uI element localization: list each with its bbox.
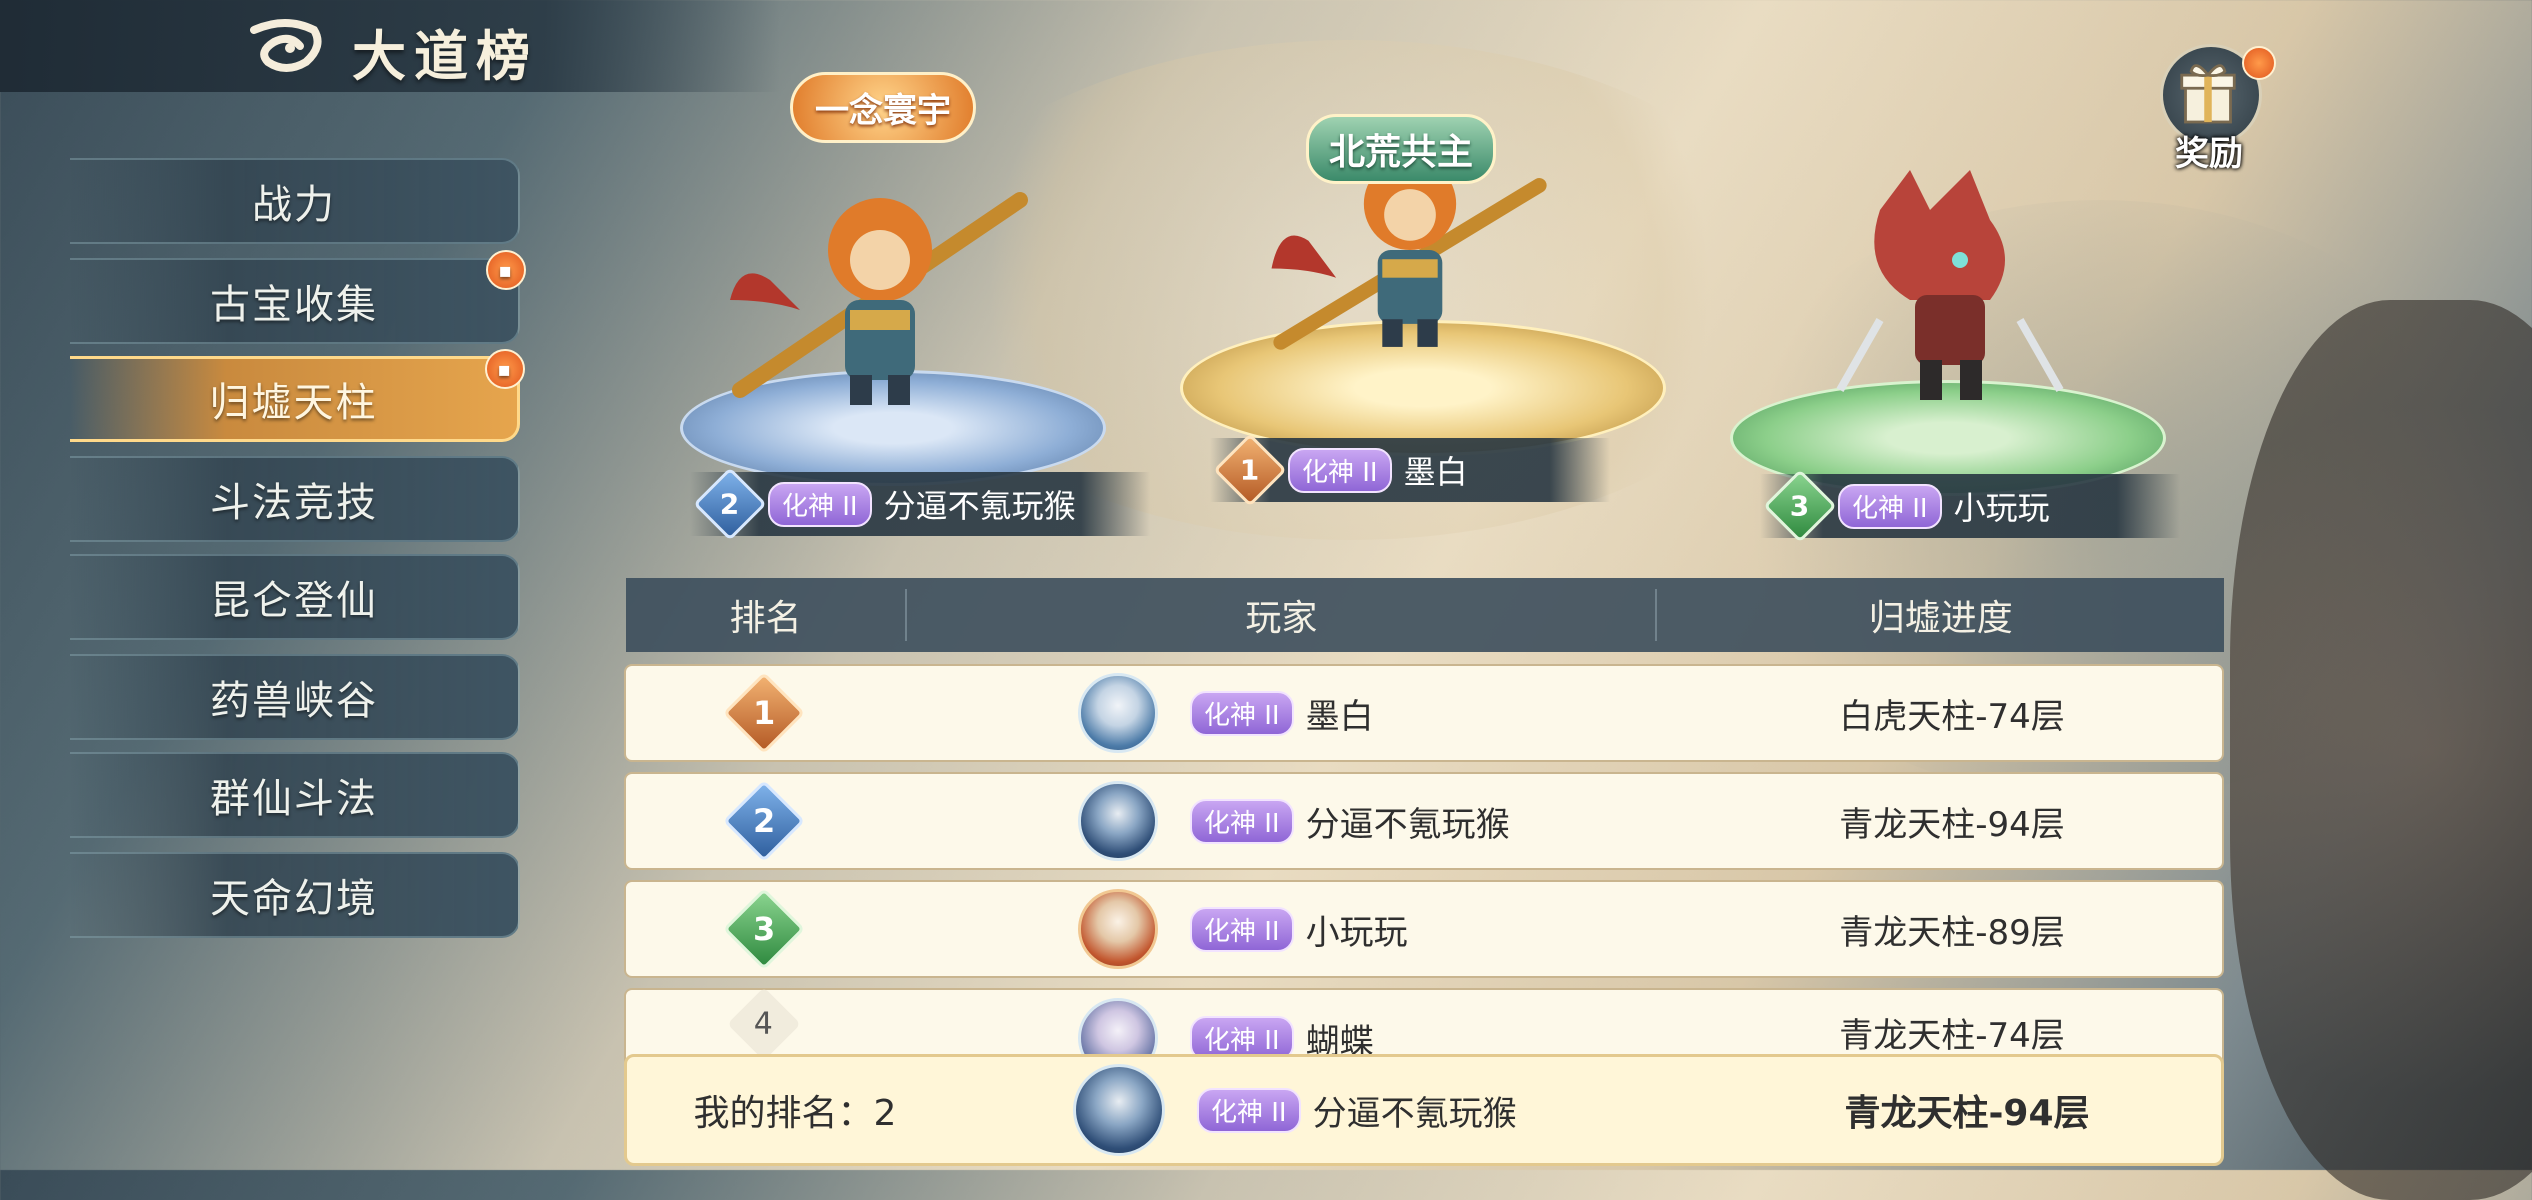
progress-text: 青龙天柱-89层 [1839,912,2065,953]
podium-third-nameplate: 3 化神 II 小玩玩 [1760,469,2180,543]
podium-first-place[interactable]: 北荒共主 [1160,20,1680,500]
player-name: 分逼不氪玩猴 [1312,1093,1517,1134]
sidebar-item-arena[interactable]: 斗法竞技 [70,456,520,542]
realm-badge: 化神 II [1288,447,1392,493]
table-row[interactable]: 2 化神 II 分逼不氪玩猴 青龙天柱-94层 [624,772,2224,870]
sidebar-item-fate-illusion[interactable]: 天命幻境 [70,852,520,938]
player-avatar[interactable] [1078,889,1158,969]
gift-badge-icon: ▪ [486,250,526,290]
progress-text: 青龙天柱-74层 [1839,1016,2065,1056]
back-icon[interactable] [246,12,324,78]
background-rock [2230,300,2532,1200]
column-rank: 排名 [729,598,802,639]
sidebar-item-label: 归墟天柱 [209,380,378,426]
sidebar-item-label: 天命幻境 [210,876,378,922]
player-avatar[interactable] [1073,1064,1165,1156]
ranking-table-header: 排名 玩家 归墟进度 [626,578,2224,652]
realm-badge: 化神 II [1197,1087,1301,1133]
podium-second-nameplate: 2 化神 II 分逼不氪玩猴 [690,467,1150,541]
monkey-king-character-icon [730,192,1028,405]
table-row[interactable]: 3 化神 II 小玩玩 青龙天柱-89层 [624,880,2224,978]
realm-badge: 化神 II [1190,798,1294,844]
rank-4-icon: 4 [727,987,801,1061]
page-title: 大道榜 [352,24,538,88]
column-player: 玩家 [905,589,1655,641]
sidebar-item-treasure-collection[interactable]: 古宝收集 ▪ [70,250,526,344]
reward-label: 奖励 [2175,134,2243,174]
sidebar-item-label: 群仙斗法 [210,776,378,822]
gift-badge-icon: ▪ [485,349,525,389]
title-banner: 一念寰宇 [790,72,976,143]
progress-text: 白虎天柱-74层 [1839,696,2065,737]
rank-1-icon: 1 [1213,433,1287,507]
player-name: 小玩玩 [1305,912,1408,953]
sidebar-item-label: 战力 [252,182,336,228]
sidebar-item-label: 斗法竞技 [210,480,378,526]
progress-text: 青龙天柱-94层 [1844,1093,2090,1134]
player-name: 分逼不氪玩猴 [883,487,1076,525]
sidebar-item-label: 昆仑登仙 [210,578,378,624]
realm-badge: 化神 II [1190,690,1294,736]
player-name: 墨白 [1403,453,1468,491]
sidebar-item-label: 药兽峡谷 [210,678,378,724]
player-name: 分逼不氪玩猴 [1305,804,1510,845]
player-name: 小玩玩 [1953,489,2050,527]
player-avatar[interactable] [1078,781,1158,861]
sidebar-item-combat-power[interactable]: 战力 [70,158,520,244]
realm-badge: 化神 II [1190,906,1294,952]
progress-text: 青龙天柱-94层 [1839,804,2065,845]
player-name: 墨白 [1305,696,1374,737]
fox-warrior-character-icon [1836,170,2064,400]
podium-first-nameplate: 1 化神 II 墨白 [1210,433,1610,507]
title-banner: 北荒共主 [1306,114,1497,184]
rank-2-icon: 2 [693,467,767,541]
notification-badge-icon [2242,46,2276,80]
sidebar-item-label: 古宝收集 [210,282,378,328]
rank-3-icon: 3 [722,887,806,971]
rank-3-icon: 3 [1763,469,1837,543]
my-rank-bar[interactable]: 我的排名：2 化神 II 分逼不氪玩猴 青龙天柱-94层 [624,1054,2224,1166]
sidebar-item-beast-valley[interactable]: 药兽峡谷 [70,654,520,740]
column-progress: 归墟进度 [1655,589,2224,641]
rank-1-icon: 1 [722,671,806,755]
player-avatar[interactable] [1078,673,1158,753]
my-rank-label: 我的排名：2 [693,1093,897,1134]
reward-button[interactable]: 奖励 [2154,44,2276,174]
realm-badge: 化神 II [1838,483,1942,529]
sidebar-item-immortal-battle[interactable]: 群仙斗法 [70,752,520,838]
sidebar-item-kunlun[interactable]: 昆仑登仙 [70,554,520,640]
rank-2-icon: 2 [722,779,806,863]
realm-badge: 化神 II [768,481,872,527]
table-row[interactable]: 1 化神 II 墨白 白虎天柱-74层 [624,664,2224,762]
sidebar-item-guixu-pillar[interactable]: 归墟天柱 ▪ [70,349,525,442]
